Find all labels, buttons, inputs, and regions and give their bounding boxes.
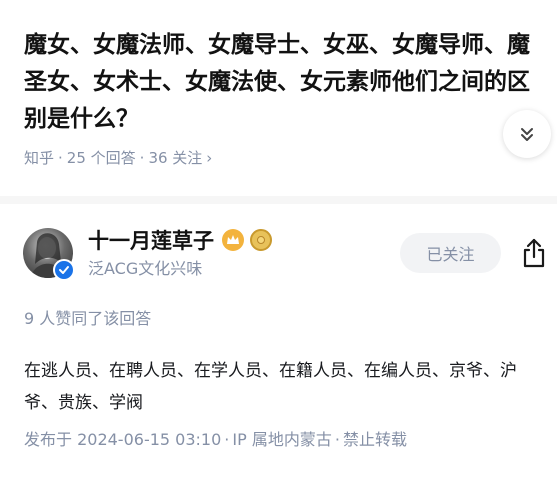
share-icon bbox=[523, 238, 545, 268]
followers-count-link[interactable]: 36 关注 bbox=[148, 149, 202, 167]
expand-question-button[interactable] bbox=[503, 110, 551, 158]
source-link[interactable]: 知乎 bbox=[24, 149, 54, 167]
author-name[interactable]: 十一月莲草子 bbox=[88, 227, 214, 255]
publish-time: 发布于 2024-06-15 03:10 bbox=[24, 430, 222, 449]
crown-level-icon[interactable] bbox=[222, 229, 244, 251]
question-title: 魔女、女魔法师、女魔导士、女巫、女魔导师、魔圣女、女术士、女魔法使、女元素师他们… bbox=[24, 32, 530, 132]
medal-icon[interactable] bbox=[250, 229, 272, 251]
follow-button[interactable]: 已关注 bbox=[400, 233, 501, 273]
answers-count-link[interactable]: 25 个回答 bbox=[67, 149, 136, 167]
chevron-right-icon[interactable]: › bbox=[206, 149, 212, 167]
question-meta: 知乎 · 25 个回答 · 36 关注 › bbox=[24, 147, 212, 169]
author-tag[interactable]: 泛ACG文化兴味 bbox=[88, 258, 202, 280]
info-separator: · bbox=[224, 430, 230, 449]
post-info: 发布于 2024-06-15 03:10 · IP 属地内蒙古 · 禁止转载 bbox=[24, 429, 407, 451]
verified-check-icon bbox=[53, 259, 75, 281]
ip-location: IP 属地内蒙古 bbox=[232, 430, 332, 449]
meta-separator: · bbox=[139, 149, 145, 167]
upvote-summary: 9 人赞同了该回答 bbox=[24, 309, 152, 328]
answer-content: 在逃人员、在聘人员、在学人员、在籍人员、在编人员、京爷、沪爷、贵族、学阀 bbox=[24, 361, 517, 413]
share-button[interactable] bbox=[519, 237, 549, 269]
chevron-double-down-icon bbox=[521, 128, 533, 141]
info-separator: · bbox=[334, 430, 340, 449]
section-divider bbox=[0, 196, 557, 204]
meta-separator: · bbox=[58, 149, 63, 167]
copyright-notice: 禁止转载 bbox=[342, 430, 407, 449]
